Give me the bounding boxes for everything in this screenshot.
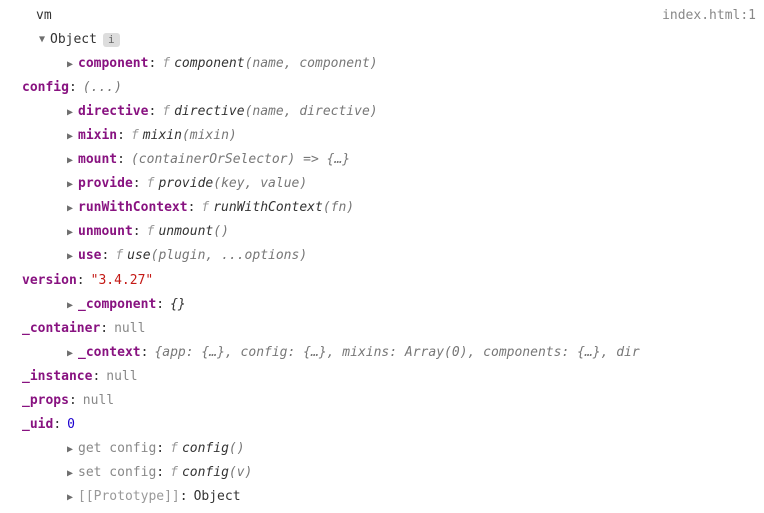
property-row-version[interactable]: version: "3.4.27" [8, 269, 756, 293]
property-key: _props [22, 389, 69, 413]
property-row-mixin[interactable]: ▶ mixin: f mixin(mixin) [8, 124, 756, 148]
disclosure-triangle-icon[interactable]: ▶ [64, 224, 76, 243]
function-name: provide [158, 172, 213, 196]
function-args: (mixin) [182, 124, 237, 148]
property-row-prototype[interactable]: ▶ [[Prototype]]: Object [8, 485, 756, 509]
function-name: unmount [158, 220, 213, 244]
source-link[interactable]: index.html:1 [662, 4, 756, 28]
property-key: use [78, 244, 101, 268]
disclosure-triangle-icon[interactable]: ▶ [64, 441, 76, 460]
property-value-preview: {app: {…}, config: {…}, mixins: Array(0)… [154, 341, 639, 365]
property-row-_uid[interactable]: _uid: 0 [8, 413, 756, 437]
property-row-runwithcontext[interactable]: ▶ runWithContext: f runWithContext(fn) [8, 196, 756, 220]
object-root-label: Object [50, 28, 97, 52]
disclosure-triangle-icon[interactable]: ▶ [64, 152, 76, 171]
property-row-_props[interactable]: _props: null [8, 389, 756, 413]
property-value: {} [170, 293, 186, 317]
property-key: component [78, 52, 148, 76]
property-key: directive [78, 100, 148, 124]
function-name: config [182, 437, 229, 461]
disclosure-triangle-icon[interactable]: ▶ [64, 104, 76, 123]
property-row-get-config[interactable]: ▶ get config: f config() [8, 437, 756, 461]
property-key: _component [78, 293, 156, 317]
function-keyword: f [201, 196, 209, 220]
function-args: () [213, 220, 229, 244]
disclosure-triangle-icon[interactable]: ▶ [64, 465, 76, 484]
property-row-_container[interactable]: _container: null [8, 317, 756, 341]
info-badge-icon[interactable]: i [103, 33, 120, 47]
function-keyword: f [147, 172, 155, 196]
property-key: mount [78, 148, 117, 172]
function-name: component [174, 52, 244, 76]
property-row-directive[interactable]: ▶ directive: f directive(name, directive… [8, 100, 756, 124]
disclosure-triangle-icon[interactable]: ▶ [64, 297, 76, 316]
property-key: _uid [22, 413, 53, 437]
property-row-_context[interactable]: ▶ _context: {app: {…}, config: {…}, mixi… [8, 341, 756, 365]
function-args: (plugin, ...options) [151, 244, 308, 268]
evaluated-expression: vm [36, 4, 52, 28]
property-row-unmount[interactable]: ▶ unmount: f unmount() [8, 220, 756, 244]
property-row-_instance[interactable]: _instance: null [8, 365, 756, 389]
function-args: (key, value) [213, 172, 307, 196]
function-keyword: f [162, 52, 170, 76]
property-row-provide[interactable]: ▶ provide: f provide(key, value) [8, 172, 756, 196]
property-key: set config [78, 461, 156, 485]
property-row-mount[interactable]: ▶ mount: (containerOrSelector) => {…} [8, 148, 756, 172]
property-value: Object [194, 485, 241, 509]
function-name: directive [174, 100, 244, 124]
property-value: null [83, 389, 114, 413]
disclosure-triangle-icon[interactable]: ▶ [64, 176, 76, 195]
property-key: get config [78, 437, 156, 461]
property-key: _instance [22, 365, 92, 389]
property-key: config [22, 76, 69, 100]
property-value: null [114, 317, 145, 341]
function-keyword: f [170, 437, 178, 461]
function-args: () [229, 437, 245, 461]
function-args: (name, directive) [245, 100, 378, 124]
function-value: (containerOrSelector) => {…} [131, 148, 350, 172]
function-args: (fn) [323, 196, 354, 220]
disclosure-triangle-icon[interactable]: ▶ [64, 56, 76, 75]
property-row-component[interactable]: ▶ component: f component(name, component… [8, 52, 756, 76]
property-key: [[Prototype]] [78, 485, 180, 509]
property-key: unmount [78, 220, 133, 244]
function-keyword: f [170, 461, 178, 485]
disclosure-triangle-icon[interactable]: ▶ [64, 489, 76, 508]
property-row-set-config[interactable]: ▶ set config: f config(v) [8, 461, 756, 485]
disclosure-triangle-icon[interactable]: ▶ [64, 128, 76, 147]
property-key: _container [22, 317, 100, 341]
property-row-_component[interactable]: ▶ _component: {} [8, 293, 756, 317]
function-keyword: f [162, 100, 170, 124]
property-value: "3.4.27" [91, 269, 154, 293]
property-value: 0 [67, 413, 75, 437]
property-value[interactable]: (...) [83, 76, 122, 100]
disclosure-triangle-icon[interactable]: ▶ [64, 200, 76, 219]
function-name: use [127, 244, 150, 268]
function-name: runWithContext [213, 196, 323, 220]
property-value: null [106, 365, 137, 389]
property-key: version [22, 269, 77, 293]
function-keyword: f [147, 220, 155, 244]
disclosure-triangle-icon[interactable]: ▶ [64, 248, 76, 267]
property-key: _context [78, 341, 141, 365]
function-keyword: f [115, 244, 123, 268]
console-input-line: vm index.html:1 [8, 4, 756, 28]
property-row-config[interactable]: config: (...) [8, 76, 756, 100]
function-name: config [182, 461, 229, 485]
function-keyword: f [131, 124, 139, 148]
property-key: provide [78, 172, 133, 196]
function-args: (v) [229, 461, 252, 485]
function-name: mixin [143, 124, 182, 148]
disclosure-triangle-icon[interactable]: ▶ [64, 345, 76, 364]
property-key: mixin [78, 124, 117, 148]
disclosure-triangle-down-icon[interactable]: ▼ [36, 31, 48, 50]
function-args: (name, component) [245, 52, 378, 76]
property-row-use[interactable]: ▶ use: f use(plugin, ...options) [8, 244, 756, 268]
property-key: runWithContext [78, 196, 188, 220]
object-root-row[interactable]: ▼ Object i [8, 28, 756, 52]
